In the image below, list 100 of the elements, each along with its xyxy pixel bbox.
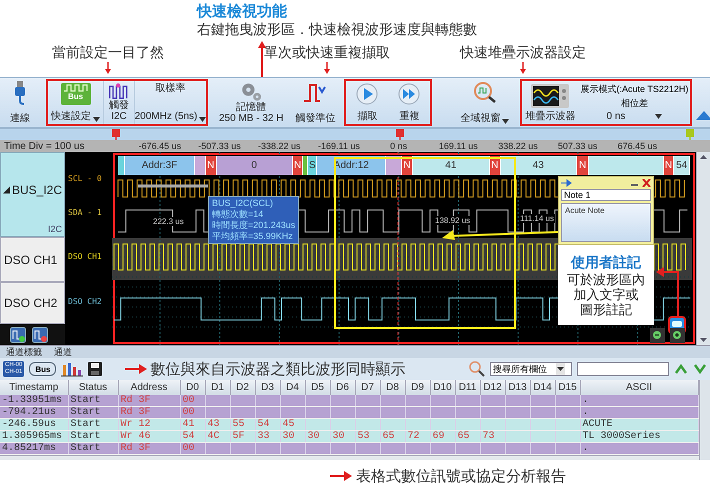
trigger-level-icon <box>302 81 328 103</box>
time-tick-label: 676.45 us <box>616 141 658 151</box>
protocol-label: I2C <box>48 224 62 234</box>
column-header: D2 <box>230 380 255 395</box>
stack-scope-button[interactable]: 堆疊示波器 <box>522 81 578 124</box>
signal-label: SDA - 1 <box>68 208 102 217</box>
save-icon[interactable] <box>88 362 102 376</box>
column-header: Status <box>68 380 118 395</box>
time-tick-label: 169.11 us <box>438 141 479 151</box>
remove-channel-icon[interactable] <box>32 326 48 342</box>
repeat-button[interactable]: 重複 <box>388 81 430 124</box>
column-header: D14 <box>530 380 555 395</box>
callout-label: 單次或快速重複擷取 <box>264 44 390 62</box>
trigger-button[interactable]: 觸發 I2C <box>103 81 134 124</box>
collapse-icon <box>696 110 710 120</box>
time-tick-label: 507.33 us <box>556 141 598 151</box>
column-header: D11 <box>455 380 480 395</box>
capture-button[interactable]: 擷取 <box>346 81 388 124</box>
column-header: D3 <box>255 380 280 395</box>
quick-setup-button[interactable]: Bus 快速設定 <box>48 81 103 124</box>
time-tick-label: -507.33 us <box>197 141 242 151</box>
callout-label: 快速堆疊示波器設定 <box>460 44 586 62</box>
close-icon[interactable] <box>642 179 651 187</box>
signal-label: DSO CH2 <box>68 297 102 306</box>
time-tick-label: -676.45 us <box>138 141 182 151</box>
measurement-label: 111.14 us <box>519 214 555 223</box>
column-header: D1 <box>205 380 230 395</box>
tab[interactable]: 通道標籤 <box>0 346 48 358</box>
tooltip-line: 平均頻率=35.99KHz <box>212 231 294 242</box>
column-header: D15 <box>555 380 580 395</box>
column-header: D8 <box>380 380 405 395</box>
search-icon <box>472 81 497 103</box>
column-header: D6 <box>330 380 355 395</box>
decode-segment: N <box>664 156 674 175</box>
decode-segment: S <box>308 156 318 175</box>
caption-text: 數位與來自示波器之類比波形同時顯示 <box>150 360 406 378</box>
column-header: D9 <box>405 380 430 395</box>
zoom-in-icon[interactable] <box>670 328 688 345</box>
caption-text: 表格式數位訊號或協定分析報告 <box>356 466 566 486</box>
oscilloscope-icon <box>530 83 570 109</box>
column-header: Timestamp <box>0 380 68 395</box>
time-tick-label: -169.11 us <box>316 141 361 151</box>
expand-icon[interactable] <box>3 186 10 194</box>
annotation-text: 圖形註記 <box>580 302 632 316</box>
fast-forward-icon <box>398 83 420 105</box>
column-header: D7 <box>355 380 380 395</box>
signal-label: DSO CH1 <box>68 252 102 261</box>
marker-flag <box>396 129 404 140</box>
zoom-out-icon[interactable] <box>650 328 668 345</box>
column-header: D13 <box>505 380 530 395</box>
tooltip-title: BUS_I2C(SCL) <box>212 198 274 209</box>
play-icon <box>356 83 378 105</box>
marker-flag <box>686 129 694 140</box>
measurement-label: 222.3 us <box>152 217 185 226</box>
arrow <box>125 364 148 374</box>
signal-label: SCL - 0 <box>68 174 102 183</box>
time-division-label: Time Div = 100 us <box>3 140 86 152</box>
bar-chart-icon[interactable] <box>61 361 84 377</box>
measurement-label: 138.92 us <box>434 216 472 225</box>
annotation-text: 加入文字或 <box>574 286 638 302</box>
time-tick-label: 0 ns <box>389 141 408 151</box>
note-title-field[interactable]: Note 1 <box>561 189 651 201</box>
trigger-level-button[interactable]: 觸發準位 <box>292 79 338 126</box>
annotation-title: 使用者註記 <box>571 254 641 272</box>
tab[interactable]: 通道 <box>48 346 78 358</box>
channel-name: BUS_I2C <box>12 183 62 197</box>
decode-segment: 43 <box>500 156 577 175</box>
channel-name: DSO CH1 <box>0 237 65 282</box>
column-header: D12 <box>480 380 505 395</box>
marker-flag <box>112 129 120 140</box>
bus-badge: Bus <box>60 83 90 105</box>
column-header: ASCII <box>580 380 698 395</box>
annotation-text: 可於波形區內 <box>567 272 645 286</box>
search-scope-dropdown[interactable]: 搜尋所有欄位 <box>490 362 572 376</box>
decode-segment: Addr:3F <box>124 156 196 175</box>
channel-name: DSO CH2 <box>0 282 65 324</box>
column-header: D4 <box>280 380 305 395</box>
decode-segment: N <box>206 156 217 175</box>
column-header: D0 <box>180 380 205 395</box>
feature-title: 快速檢視功能 <box>197 2 287 21</box>
decode-segment: N <box>292 156 304 175</box>
note-body-field[interactable]: Acute Note <box>561 203 651 242</box>
time-tick-label: 338.22 us <box>497 141 539 151</box>
pin-icon[interactable] <box>561 179 573 187</box>
decode-segment: N <box>576 156 590 175</box>
arrow <box>323 62 331 74</box>
add-channel-icon[interactable] <box>10 326 26 342</box>
memory-button[interactable]: 記憶體 250 MB - 32 H <box>216 79 286 126</box>
column-header: Address <box>118 380 180 395</box>
search-field[interactable] <box>577 362 669 376</box>
arrow <box>330 471 352 481</box>
global-view-button[interactable]: 全域視窗 <box>457 79 512 126</box>
feature-description: 右鍵拖曳波形區．快速檢視波形速度與轉態數 <box>197 21 477 39</box>
connect-button[interactable]: 連線 <box>2 79 38 126</box>
sample-rate-dropdown[interactable]: 取樣率 200MHz (5ns) <box>134 81 206 124</box>
caret-icon <box>502 119 510 124</box>
caret-icon <box>556 363 565 375</box>
bus-button[interactable]: Bus <box>29 362 56 376</box>
phase-dropdown[interactable]: 0 ns <box>606 111 662 122</box>
tooltip-line: 轉態次數=14 <box>212 209 264 220</box>
